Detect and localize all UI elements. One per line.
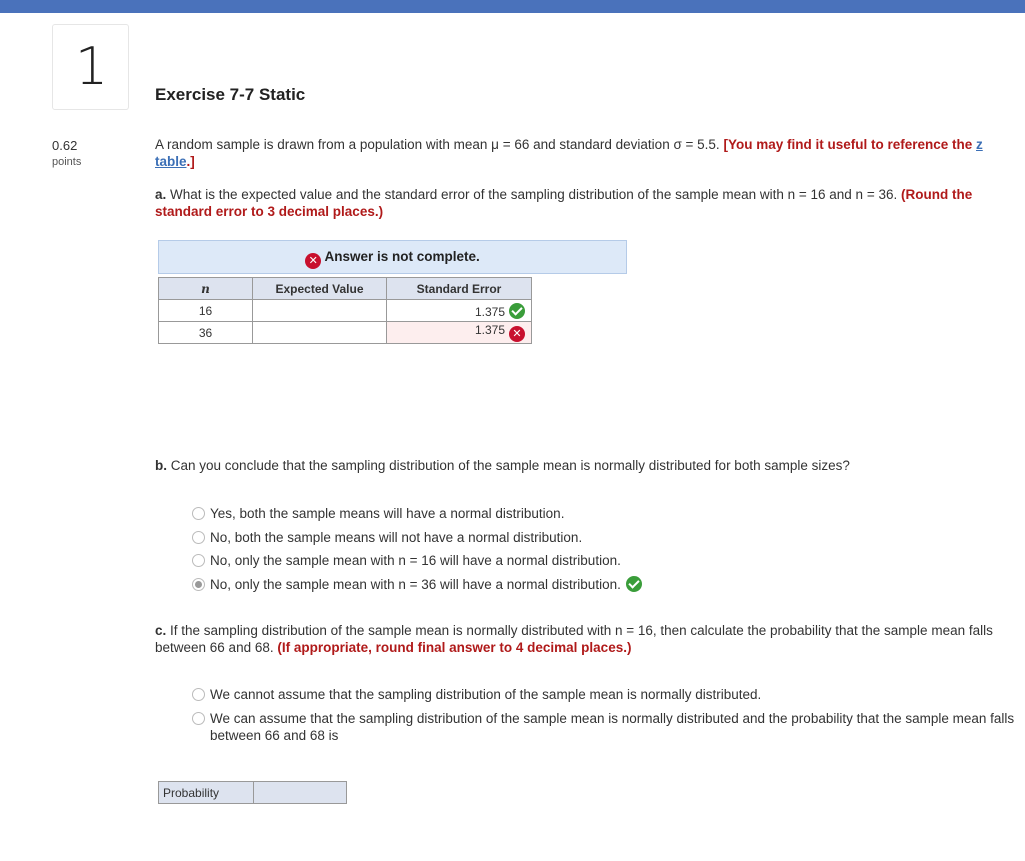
part-b-text: Can you conclude that the sampling distr…	[170, 458, 850, 473]
radio-option[interactable]: No, both the sample means will not have …	[192, 529, 642, 553]
question-number-box[interactable]: 1	[52, 24, 129, 110]
column-header-expected-value: Expected Value	[252, 277, 387, 300]
part-b-question: b. Can you conclude that the sampling di…	[155, 458, 850, 473]
n-cell: 16	[158, 299, 253, 322]
table-row: 16 1.375	[158, 299, 532, 322]
answer-status-text: Answer is not complete.	[324, 249, 480, 264]
probability-label: Probability	[158, 781, 254, 804]
radio-button[interactable]	[192, 688, 205, 701]
probability-table: Probability	[158, 781, 347, 804]
option-label: We can assume that the sampling distribu…	[210, 710, 1015, 743]
radio-button[interactable]	[192, 530, 205, 544]
radio-button[interactable]	[192, 507, 205, 520]
n-cell: 36	[158, 321, 253, 344]
intro-paragraph: A random sample is drawn from a populati…	[155, 136, 1020, 170]
radio-option[interactable]: No, only the sample mean with n = 36 wil…	[192, 575, 642, 600]
radio-option[interactable]: Yes, both the sample means will have a n…	[192, 505, 642, 529]
answer-table: n Expected Value Standard Error 16 1.375…	[158, 277, 532, 344]
table-row: 36 1.375 ✕	[158, 321, 532, 344]
check-circle-icon	[625, 575, 642, 592]
column-header-standard-error: Standard Error	[386, 277, 532, 300]
column-header-n: n	[158, 277, 253, 300]
points-value: 0.62	[52, 138, 78, 153]
part-a-question: a. What is the expected value and the st…	[155, 187, 973, 219]
option-label: We cannot assume that the sampling distr…	[210, 687, 762, 702]
top-header-bar	[0, 0, 1025, 13]
x-circle-icon: ✕	[305, 253, 322, 269]
table-header-row: n Expected Value Standard Error	[158, 277, 532, 300]
radio-option[interactable]: We cannot assume that the sampling distr…	[192, 686, 1022, 710]
expected-value-input[interactable]	[252, 299, 387, 322]
table-row: Probability	[158, 781, 347, 804]
part-c-instruction: (If appropriate, round final answer to 4…	[277, 640, 632, 655]
standard-error-input[interactable]: 1.375 ✕	[386, 321, 532, 344]
option-label: Yes, both the sample means will have a n…	[210, 506, 565, 521]
part-c-question: c. If the sampling distribution of the s…	[155, 623, 993, 655]
x-circle-icon: ✕	[509, 326, 525, 342]
part-c-options: We cannot assume that the sampling distr…	[192, 686, 1022, 744]
radio-button-selected[interactable]	[192, 577, 205, 591]
standard-error-input[interactable]: 1.375	[386, 299, 532, 322]
radio-button[interactable]	[192, 711, 205, 725]
radio-option[interactable]: We can assume that the sampling distribu…	[192, 710, 1022, 744]
points-label: points	[52, 156, 82, 168]
standard-error-value: 1.375	[474, 304, 505, 319]
standard-error-value: 1.375	[474, 323, 505, 337]
check-circle-icon	[509, 302, 525, 319]
option-label: No, both the sample means will not have …	[210, 529, 583, 545]
question-number: 1	[74, 37, 109, 97]
probability-input[interactable]	[253, 781, 347, 804]
expected-value-input[interactable]	[252, 321, 387, 344]
part-b-options: Yes, both the sample means will have a n…	[192, 505, 642, 599]
radio-option[interactable]: No, only the sample mean with n = 16 wil…	[192, 552, 642, 576]
radio-button[interactable]	[192, 554, 205, 567]
option-label: No, only the sample mean with n = 36 wil…	[210, 576, 621, 592]
option-label: No, only the sample mean with n = 16 wil…	[210, 553, 621, 568]
intro-text: A random sample is drawn from a populati…	[155, 137, 720, 152]
part-a-text: What is the expected value and the stand…	[170, 187, 898, 202]
exercise-title: Exercise 7-7 Static	[155, 85, 306, 104]
answer-status-banner: ✕ Answer is not complete.	[158, 240, 627, 274]
